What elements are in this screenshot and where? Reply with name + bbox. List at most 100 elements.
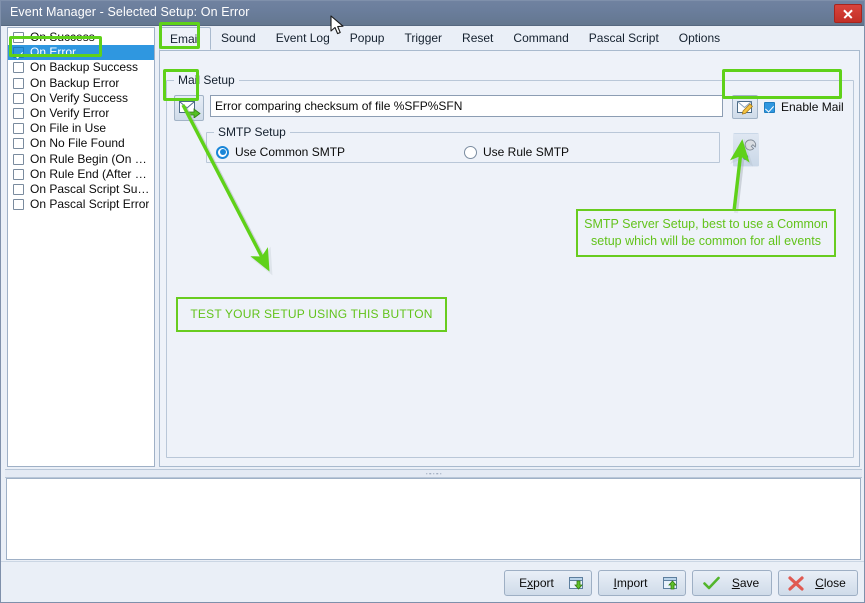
event-checkbox[interactable] xyxy=(13,77,24,89)
list-item-label: On Backup Success xyxy=(30,60,139,75)
preview-panel[interactable] xyxy=(6,478,861,560)
export-button-label: Export xyxy=(519,576,554,590)
import-icon xyxy=(663,577,677,590)
splitter-grip xyxy=(425,472,442,475)
title-bar: Event Manager - Selected Setup: On Error xyxy=(1,1,864,26)
event-checkbox[interactable] xyxy=(13,153,24,165)
send-test-mail-button[interactable] xyxy=(174,95,204,121)
tab-label: Email xyxy=(170,32,201,46)
list-item[interactable]: On Rule End (After Scan) xyxy=(8,167,154,182)
export-button[interactable]: Export xyxy=(504,570,592,596)
list-item-label: On Pascal Script Success xyxy=(30,181,154,196)
callout-smtp-setup-text: SMTP Server Setup, best to use a Common … xyxy=(584,217,828,248)
list-item[interactable]: On No File Found xyxy=(8,136,154,151)
window-title: Event Manager - Selected Setup: On Error xyxy=(10,5,250,19)
tab-label: Trigger xyxy=(404,31,443,45)
tab-strip: Email Sound Event Log Popup Trigger Rese… xyxy=(159,27,860,51)
window-close-button[interactable] xyxy=(834,4,862,23)
event-checkbox[interactable] xyxy=(13,92,24,104)
list-item[interactable]: On Error xyxy=(8,45,154,61)
list-item[interactable]: On Pascal Script Error xyxy=(8,197,154,212)
callout-smtp-setup: SMTP Server Setup, best to use a Common … xyxy=(576,209,836,257)
check-icon xyxy=(703,576,720,589)
enable-mail-label: Enable Mail xyxy=(781,100,844,114)
list-item[interactable]: On Verify Error xyxy=(8,106,154,121)
tab-label: Reset xyxy=(462,31,494,45)
list-item-label: On Rule End (After Scan) xyxy=(30,166,154,181)
list-item[interactable]: On Verify Success xyxy=(8,91,154,106)
edit-mail-button[interactable] xyxy=(732,95,758,119)
list-item[interactable]: On File in Use xyxy=(8,121,154,136)
import-button[interactable]: Import xyxy=(598,570,686,596)
tab-reset[interactable]: Reset xyxy=(452,27,503,50)
mail-subject-input[interactable]: Error comparing checksum of file %SFP%SF… xyxy=(210,95,723,117)
event-manager-window: Event Manager - Selected Setup: On Error… xyxy=(0,0,865,603)
close-x-icon xyxy=(788,575,804,591)
tab-trigger[interactable]: Trigger xyxy=(394,27,452,50)
callout-test-button: TEST YOUR SETUP USING THIS BUTTON xyxy=(176,297,447,332)
event-checkbox[interactable] xyxy=(13,108,24,120)
email-tab-page: Mail Setup Error comparing checksum of f… xyxy=(159,50,860,467)
list-item[interactable]: On Rule Begin (On Scan) xyxy=(8,152,154,167)
smtp-setup-title: SMTP Setup xyxy=(214,125,290,139)
close-button-label: Close xyxy=(815,576,846,590)
panel-splitter[interactable] xyxy=(5,469,862,478)
enable-mail-control[interactable]: Enable Mail xyxy=(764,100,844,114)
list-item-label: On Success xyxy=(30,30,95,44)
tab-label: Command xyxy=(513,31,569,45)
list-item[interactable]: On Backup Success xyxy=(8,60,154,75)
compose-mail-icon xyxy=(737,101,753,115)
list-item-label: On No File Found xyxy=(30,136,125,151)
tab-popup[interactable]: Popup xyxy=(340,27,395,50)
radio-button[interactable] xyxy=(464,145,477,159)
tab-email[interactable]: Email xyxy=(159,27,212,50)
event-checkbox[interactable] xyxy=(13,123,24,135)
import-button-label: Import xyxy=(613,576,648,590)
smtp-config-button[interactable] xyxy=(733,133,759,167)
list-item-label: On Rule Begin (On Scan) xyxy=(30,151,154,166)
event-checkbox[interactable] xyxy=(13,47,24,59)
event-checkbox[interactable] xyxy=(13,62,24,74)
tab-label: Options xyxy=(678,31,721,45)
tab-label: Event Log xyxy=(275,31,330,45)
list-item[interactable]: On Backup Error xyxy=(8,76,154,91)
radio-use-rule-smtp[interactable]: Use Rule SMTP xyxy=(464,145,569,159)
list-item[interactable]: On Pascal Script Success xyxy=(8,182,154,197)
event-checkbox[interactable] xyxy=(13,138,24,150)
event-checkbox[interactable] xyxy=(13,32,24,44)
export-icon xyxy=(569,577,583,590)
list-item-label: On Error xyxy=(30,45,77,60)
save-button[interactable]: Save xyxy=(692,570,772,596)
send-mail-icon xyxy=(179,101,201,118)
mail-setup-group: Mail Setup Error comparing checksum of f… xyxy=(166,73,854,458)
list-item-label: On Verify Error xyxy=(30,105,110,120)
tab-event-log[interactable]: Event Log xyxy=(266,27,340,50)
tab-options[interactable]: Options xyxy=(669,27,730,50)
event-checkbox[interactable] xyxy=(13,199,24,211)
list-item-label: On Pascal Script Error xyxy=(30,197,150,212)
enable-mail-checkbox[interactable] xyxy=(764,101,775,113)
tab-pascal-script[interactable]: Pascal Script xyxy=(579,27,669,50)
tab-label: Popup xyxy=(349,31,385,45)
callout-test-button-text: TEST YOUR SETUP USING THIS BUTTON xyxy=(190,307,433,321)
radio-button[interactable] xyxy=(216,145,229,159)
dialog-button-bar: Export Import Save Close xyxy=(1,561,864,602)
mail-setup-title: Mail Setup xyxy=(174,73,239,87)
list-item[interactable]: On Success xyxy=(8,30,154,45)
radio-label: Use Rule SMTP xyxy=(483,145,570,159)
tab-label: Pascal Script xyxy=(588,31,659,45)
tab-label: Sound xyxy=(221,31,256,45)
event-checkbox[interactable] xyxy=(13,183,24,195)
radio-label: Use Common SMTP xyxy=(235,145,346,159)
save-button-label: Save xyxy=(731,576,760,590)
close-button[interactable]: Close xyxy=(778,570,858,596)
wrench-icon xyxy=(738,139,757,160)
tab-command[interactable]: Command xyxy=(503,27,578,50)
list-item-label: On Verify Success xyxy=(30,90,129,105)
radio-use-common-smtp[interactable]: Use Common SMTP xyxy=(216,145,345,159)
event-list[interactable]: On Success On Error On Backup Success On… xyxy=(7,27,155,467)
event-checkbox[interactable] xyxy=(13,168,24,180)
list-item-label: On File in Use xyxy=(30,121,107,136)
tab-sound[interactable]: Sound xyxy=(211,27,266,50)
smtp-setup-group: SMTP Setup Use Common SMTP Use Rule SMTP xyxy=(206,125,720,163)
